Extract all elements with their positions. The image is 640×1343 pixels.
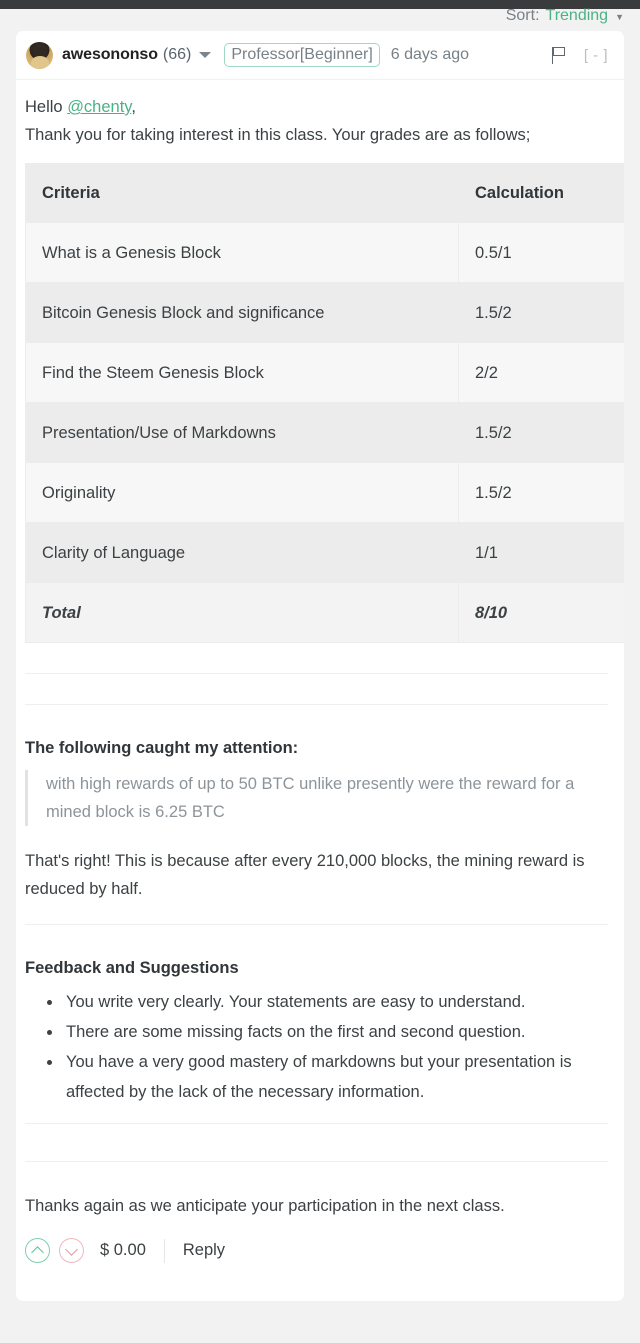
table-row: Find the Steem Genesis Block 2/2 <box>25 342 624 403</box>
flag-icon[interactable] <box>551 46 567 64</box>
cell-calculation: 1.5/2 <box>458 462 624 523</box>
table-row-total: Total 8/10 <box>25 582 624 643</box>
flag-cloth <box>553 47 566 56</box>
chevron-down-icon[interactable]: ▼ <box>615 9 624 25</box>
feedback-heading: Feedback and Suggestions <box>25 959 239 977</box>
grades-table-head: Criteria Calculation <box>25 163 624 223</box>
author-name[interactable]: awesononso <box>62 46 158 64</box>
response-paragraph: That's right! This is because after ever… <box>25 852 585 898</box>
cell-criteria: Presentation/Use of Markdowns <box>25 402 459 463</box>
downvote-button[interactable] <box>59 1238 84 1263</box>
chevron-down-icon[interactable] <box>199 52 212 58</box>
comment-body: Hello @chenty, Thank you for taking inte… <box>16 80 624 1220</box>
role-badge: Professor[Beginner] <box>224 43 380 67</box>
payout-value[interactable]: $ 0.00 <box>100 1241 146 1260</box>
mention-link[interactable]: @chenty <box>67 98 131 116</box>
table-row: Presentation/Use of Markdowns 1.5/2 <box>25 402 624 463</box>
upvote-button[interactable] <box>25 1238 50 1263</box>
quoted-text: with high rewards of up to 50 BTC unlike… <box>25 770 584 826</box>
cell-calculation: 1.5/2 <box>458 282 624 343</box>
cell-criteria: Originality <box>25 462 459 523</box>
table-row: Originality 1.5/2 <box>25 462 624 523</box>
table-row: What is a Genesis Block 0.5/1 <box>25 222 624 283</box>
table-row: Bitcoin Genesis Block and significance 1… <box>25 282 624 343</box>
greeting-suffix: , <box>131 98 136 116</box>
cell-calculation: 1/1 <box>458 522 624 583</box>
cell-criteria: Find the Steem Genesis Block <box>25 342 459 403</box>
column-header-criteria: Criteria <box>25 163 459 223</box>
closing-paragraph: Thanks again as we anticipate your parti… <box>25 1197 505 1215</box>
grades-table-body: What is a Genesis Block 0.5/1 Bitcoin Ge… <box>25 222 624 643</box>
cell-calculation: 0.5/1 <box>458 222 624 283</box>
cell-total-value: 8/10 <box>458 582 624 643</box>
top-navigation-bar <box>0 0 640 9</box>
footer-separator <box>163 1238 165 1263</box>
sort-control[interactable]: Sort: Trending ▼ <box>0 7 640 31</box>
table-header-row: Criteria Calculation <box>25 163 624 223</box>
sort-label: Sort: <box>505 7 540 24</box>
sort-value[interactable]: Trending <box>546 8 609 24</box>
list-item: You write very clearly. Your statements … <box>63 987 608 1017</box>
list-item: You have a very good mastery of markdown… <box>63 1047 608 1107</box>
collapse-toggle[interactable]: [ - ] <box>584 47 608 64</box>
cell-criteria: What is a Genesis Block <box>25 222 459 283</box>
attention-heading: The following caught my attention: <box>25 739 299 757</box>
column-header-calculation: Calculation <box>458 163 624 223</box>
cell-criteria: Bitcoin Genesis Block and significance <box>25 282 459 343</box>
table-row: Clarity of Language 1/1 <box>25 522 624 583</box>
avatar[interactable] <box>26 41 53 69</box>
comment-card: awesononso (66) Professor[Beginner] 6 da… <box>16 31 624 1301</box>
grades-table-wrapper: Criteria Calculation What is a Genesis B… <box>25 163 624 643</box>
feedback-list: You write very clearly. Your statements … <box>25 987 608 1107</box>
grades-table: Criteria Calculation What is a Genesis B… <box>25 163 624 643</box>
list-item: There are some missing facts on the firs… <box>63 1017 608 1047</box>
cell-calculation: 1.5/2 <box>458 402 624 463</box>
comment-header: awesononso (66) Professor[Beginner] 6 da… <box>16 31 624 80</box>
intro-paragraph: Thank you for taking interest in this cl… <box>25 126 531 144</box>
author-reputation: (66) <box>162 46 192 63</box>
timestamp[interactable]: 6 days ago <box>391 46 469 64</box>
cell-calculation: 2/2 <box>458 342 624 403</box>
chevron-down-icon <box>65 1242 78 1256</box>
comment-footer: $ 0.00 Reply <box>16 1220 624 1269</box>
greeting-line: Hello @chenty, <box>25 93 608 121</box>
greeting-prefix: Hello <box>25 98 68 116</box>
cell-total-label: Total <box>25 582 459 643</box>
chevron-up-icon <box>31 1245 44 1259</box>
reply-button[interactable]: Reply <box>183 1241 225 1260</box>
cell-criteria: Clarity of Language <box>25 522 459 583</box>
